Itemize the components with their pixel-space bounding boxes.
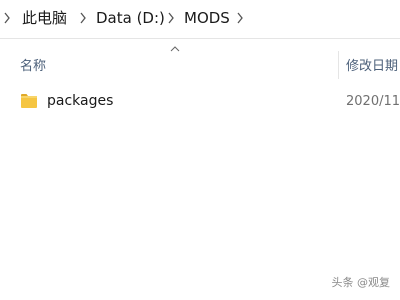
chevron-right-icon[interactable] [79,11,87,25]
breadcrumb-data-drive[interactable]: Data (D:) [96,8,165,28]
column-header: 名称 修改日期 [0,39,400,83]
column-name-header[interactable]: 名称 [20,55,46,74]
column-separator[interactable] [338,51,339,79]
chevron-right-icon[interactable] [167,11,175,25]
file-explorer-window: 此电脑 Data (D:) MODS 名称 修改日期 packages 2020… [0,0,400,300]
file-name[interactable]: packages [47,93,113,109]
breadcrumb-this-pc[interactable]: 此电脑 [22,8,67,28]
column-date-header[interactable]: 修改日期 [346,55,398,74]
watermark-text: 头条 @观复 [331,276,391,289]
sort-ascending-icon [170,46,180,52]
file-date: 2020/11 [346,94,400,109]
chevron-right-icon[interactable] [236,11,244,25]
chevron-right-icon[interactable] [3,11,11,25]
breadcrumb-mods[interactable]: MODS [184,8,230,28]
address-bar[interactable]: 此电脑 Data (D:) MODS [0,0,400,38]
folder-icon [21,94,37,108]
list-item[interactable]: packages 2020/11 [0,88,400,116]
